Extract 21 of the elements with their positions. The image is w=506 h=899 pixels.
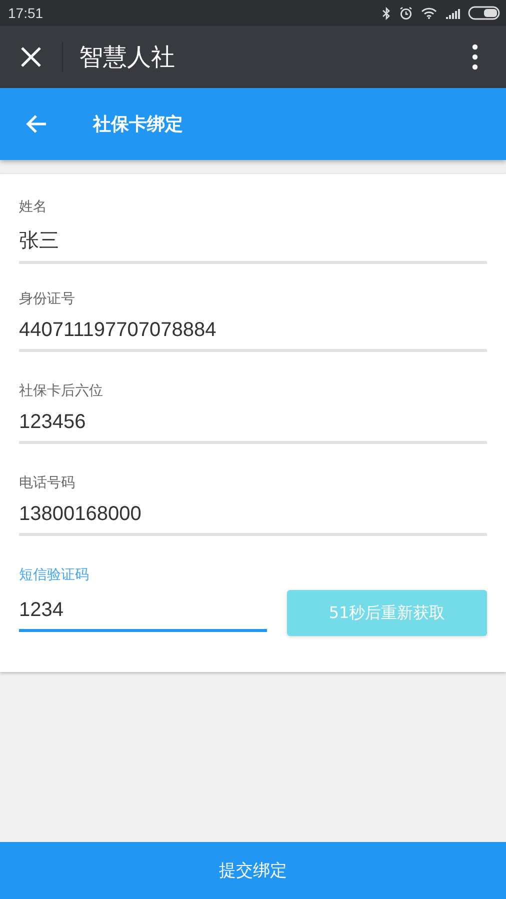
app-title: 智慧人社: [79, 42, 176, 73]
back-arrow-icon[interactable]: [25, 114, 47, 134]
field-label: 短信验证码: [19, 566, 89, 584]
field-label: 社保卡后六位: [19, 382, 103, 400]
signal-icon: [445, 8, 460, 18]
input-field[interactable]: 张三: [19, 222, 487, 264]
field-label: 姓名: [19, 198, 47, 216]
more-menu-icon[interactable]: [472, 44, 478, 70]
status-time: 17:51: [8, 5, 44, 21]
page-title: 社保卡绑定: [93, 113, 183, 136]
wifi-icon: [421, 7, 437, 19]
input-field[interactable]: 440711197707078884: [19, 314, 487, 352]
bluetooth-icon: [382, 6, 391, 20]
input-field[interactable]: 1234: [19, 594, 267, 632]
alarm-clock-icon: [399, 6, 413, 20]
input-field[interactable]: 13800168000: [19, 498, 487, 536]
battery-icon: [468, 6, 500, 20]
field-label: 身份证号: [19, 290, 75, 308]
field-label: 电话号码: [19, 474, 75, 492]
input-field[interactable]: 123456: [19, 406, 487, 444]
close-icon[interactable]: [20, 46, 42, 68]
